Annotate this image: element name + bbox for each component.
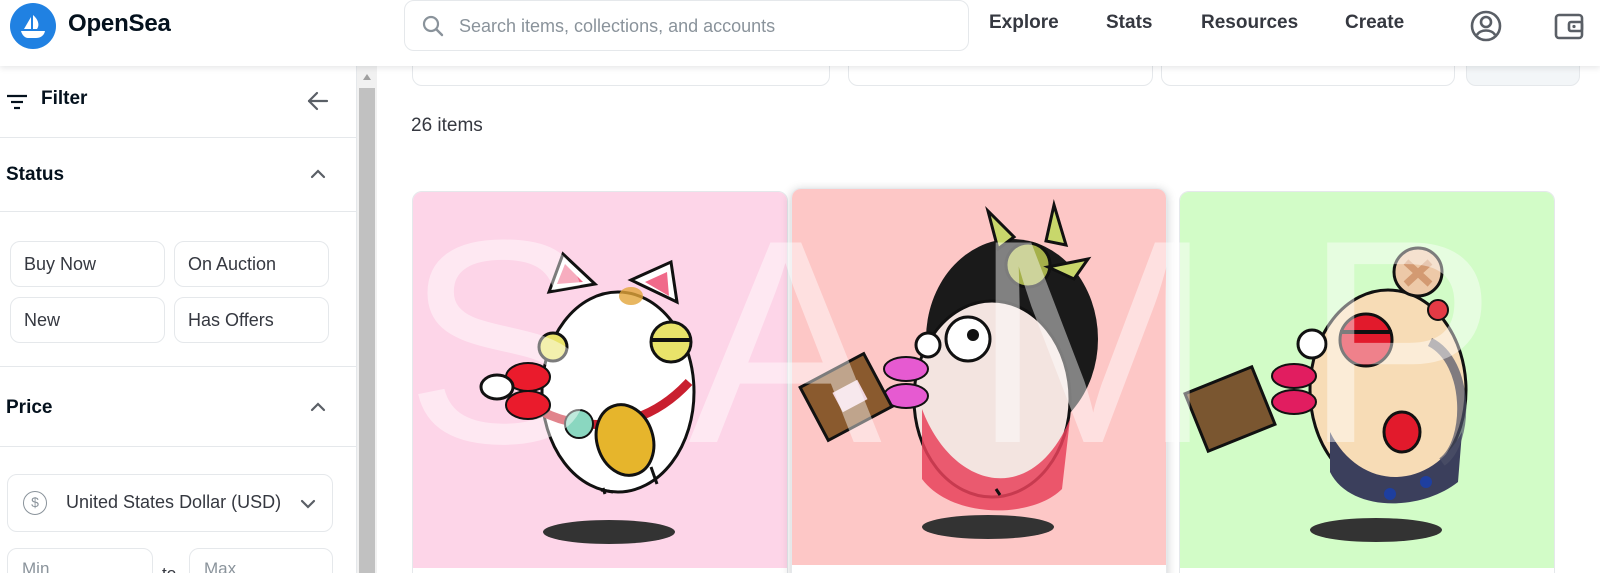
scrollbar-thumb[interactable] [359,88,375,573]
price-min-field[interactable] [7,548,153,573]
wallet-icon[interactable] [1552,9,1586,43]
chevron-up-icon[interactable] [310,169,326,179]
status-options [0,212,356,367]
nft-image [1180,192,1554,568]
nav-explore[interactable]: Explore [989,12,1059,34]
status-has-offers-button[interactable]: Has Offers [174,297,329,343]
arrow-left-icon[interactable] [306,89,330,113]
nft-card-lucky-cat[interactable] [412,191,788,573]
price-max-field[interactable] [189,548,333,573]
nav-stats[interactable]: Stats [1106,12,1152,34]
status-on-auction-button[interactable]: On Auction [174,241,329,287]
chevron-down-icon [300,499,316,509]
grid-toggle-partial[interactable] [1466,66,1580,86]
opensea-logo[interactable] [10,3,56,49]
nav-resources[interactable]: Resources [1201,12,1298,34]
nft-image [413,192,787,568]
currency-value: United States Dollar (USD) [66,492,281,512]
account-icon[interactable] [1469,9,1503,43]
scroll-up-icon[interactable] [362,73,372,81]
ship-icon [21,15,45,38]
view-dropdown-partial[interactable] [1161,66,1455,86]
sort-dropdown-partial[interactable] [412,66,830,86]
price-section-header[interactable]: Price [0,371,357,447]
nav-create[interactable]: Create [1345,12,1404,34]
price-to-label: to [162,564,176,573]
filter-title: Filter [41,88,88,109]
nft-image [792,189,1166,565]
status-section-header[interactable]: Status [0,138,356,212]
nft-card-kimono[interactable] [791,188,1167,573]
main-content: 26 items [377,66,1600,573]
status-title: Status [6,164,65,185]
search-input[interactable] [459,11,949,41]
item-count: 26 items [411,115,483,136]
filter-dropdown-partial[interactable] [848,66,1153,86]
status-buy-now-button[interactable]: Buy Now [10,241,165,287]
chevron-up-icon[interactable] [310,402,326,412]
search-bar[interactable] [404,0,969,51]
price-max-input[interactable] [204,559,304,573]
nft-card-boxer[interactable] [1179,191,1555,573]
filter-lines-icon [7,94,27,110]
status-new-button[interactable]: New [10,297,165,343]
price-min-input[interactable] [22,559,122,573]
price-title: Price [6,397,53,418]
filter-header: Filter [0,66,356,138]
search-icon [422,15,444,37]
top-navbar: OpenSea Explore Stats Resources Create [0,0,1600,66]
dollar-icon: $ [23,491,47,515]
currency-select[interactable]: $ United States Dollar (USD) [7,474,333,532]
sidebar-scrollbar[interactable] [357,66,377,573]
brand-name[interactable]: OpenSea [68,10,171,38]
